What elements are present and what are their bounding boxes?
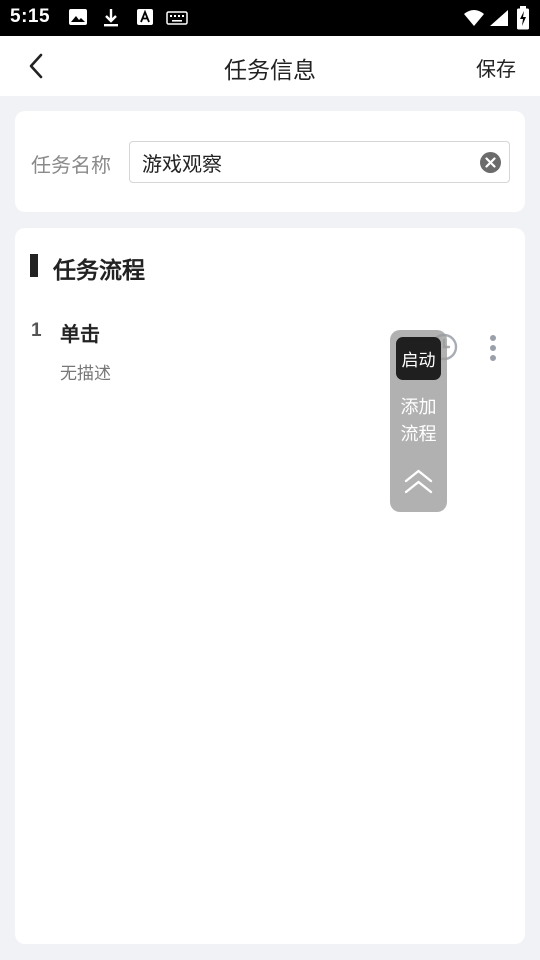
status-time: 5:15 — [10, 6, 51, 27]
font-icon — [137, 9, 153, 25]
task-name-card: 任务名称 — [15, 111, 525, 212]
step-index: 1 — [31, 320, 42, 341]
double-chevron-up-icon[interactable] — [403, 468, 434, 496]
dot — [490, 335, 496, 341]
save-button[interactable]: 保存 — [476, 53, 516, 82]
task-flow-card: 任务流程 1 单击 无描述 — [15, 228, 525, 944]
clear-circle-icon — [485, 157, 496, 168]
step-title: 单击 — [60, 322, 100, 346]
add-flow-label-line1: 添加 — [400, 397, 437, 418]
add-flow-label-line2: 流程 — [400, 424, 437, 445]
download-icon — [104, 9, 118, 27]
floating-control-panel[interactable]: 启动 添加 流程 — [390, 330, 447, 512]
image-icon — [69, 9, 87, 25]
page-title: 任务信息 — [224, 58, 316, 84]
start-button[interactable]: 启动 — [396, 337, 441, 380]
app-bar: 任务信息 保存 — [0, 36, 540, 96]
wifi-icon — [464, 10, 484, 26]
status-bar: 5:15 — [0, 0, 540, 36]
signal-icon — [490, 10, 508, 26]
more-vertical-icon[interactable] — [481, 332, 505, 364]
keyboard-icon — [166, 11, 188, 25]
dot — [490, 355, 496, 361]
task-name-field — [129, 141, 510, 183]
battery-charging-icon — [517, 6, 529, 30]
clear-input-button[interactable] — [480, 152, 501, 173]
step-description: 无描述 — [60, 364, 111, 384]
task-name-input[interactable] — [142, 150, 472, 174]
section-title: 任务流程 — [53, 258, 145, 284]
dot — [490, 345, 496, 351]
section-marker — [30, 254, 38, 277]
task-name-label: 任务名称 — [31, 153, 111, 177]
add-flow-button[interactable]: 添加 流程 — [390, 394, 447, 448]
